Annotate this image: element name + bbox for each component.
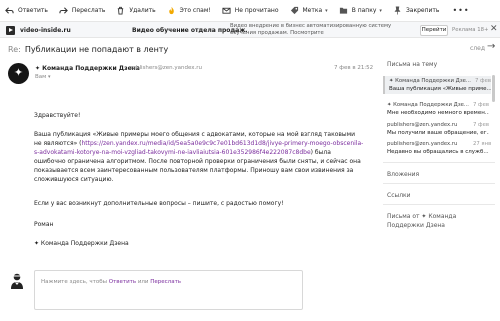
ad-banner[interactable]: video-inside.ru Видео обучение отдела пр…	[0, 21, 500, 38]
messages-from-sender[interactable]: Письма от ✦ Команда Поддержки Дзена	[387, 212, 495, 230]
thread-item[interactable]: ✦ Команда Поддержки Дзе... 7 фев Мне необх…	[383, 100, 491, 118]
envelope-icon	[222, 6, 231, 15]
greeting: Здравствуйте!	[34, 112, 81, 119]
folder-icon	[339, 6, 348, 15]
signature-team: ✦ Команда Поддержки Дзена	[34, 240, 129, 247]
thread-scrollbar[interactable]	[492, 75, 495, 102]
close-icon[interactable]: ✕	[490, 25, 498, 34]
reply-button[interactable]: Ответить	[5, 0, 48, 21]
reply-label: Ответить	[18, 7, 48, 14]
thread-title: Письма на тему	[387, 61, 438, 68]
arrow-right-icon[interactable]: →	[487, 41, 495, 52]
ad-go-button[interactable]: Перейти	[420, 25, 448, 36]
message-paragraph-2: Если у вас возникнут дополнительные вопр…	[34, 200, 284, 207]
message-subject: Re: Публикации не попадают в ленту	[8, 45, 168, 54]
divider	[383, 204, 495, 205]
ad-logo-icon	[6, 26, 15, 35]
subject-prefix: Re:	[8, 45, 21, 54]
thread-item[interactable]: publishers@zen.yandex.ru 7 фев Мы получили…	[383, 120, 491, 138]
subject-text: Публикации не попадают в ленту	[24, 45, 169, 54]
quick-reply-box[interactable]: Нажмите здесь, чтобы Ответить или Пересл…	[34, 270, 303, 310]
pin-label: Закрепить	[405, 7, 440, 14]
sender-email[interactable]: publishers@zen.yandex.ru	[129, 65, 202, 71]
ad-label: Реклама 18+	[452, 27, 489, 33]
message-paragraph-1: Ваша публикация «Живые примеры моего общ…	[34, 131, 364, 183]
forward-label: Переслать	[71, 7, 106, 14]
mark-unread-button[interactable]: Не прочитано	[222, 0, 279, 21]
forward-link[interactable]: Переслать	[150, 279, 181, 285]
label-label: Метка	[302, 7, 323, 14]
recipient[interactable]: Вам ▾	[35, 74, 51, 80]
trash-icon	[116, 6, 125, 15]
chevron-down-icon: ▾	[379, 7, 382, 14]
chevron-down-icon: ▾	[48, 74, 51, 80]
divider	[383, 162, 495, 163]
more-actions-button[interactable]: •••	[452, 6, 469, 15]
thread-panel: Письма на тему ✦ Команда Поддержки Дзе..…	[383, 55, 500, 321]
pin-icon	[393, 6, 402, 15]
chevron-down-icon: ▾	[325, 7, 328, 14]
pin-button[interactable]: Закрепить	[393, 0, 440, 21]
ad-text[interactable]: Видео внедрение в бизнес автоматизирован…	[230, 23, 415, 37]
forward-icon	[59, 6, 68, 15]
spam-label: Это спам!	[179, 7, 211, 14]
move-to-folder-button[interactable]: В папку ▾	[339, 0, 382, 21]
mark-unread-label: Не прочитано	[234, 7, 279, 14]
thread-item[interactable]: publishers@zen.yandex.ru 27 янв Недавно вы…	[383, 139, 491, 157]
message-date: 7 фев в 21:52	[334, 65, 374, 71]
sender-name[interactable]: ✦ Команда Поддержки Дзена	[35, 65, 140, 72]
spam-button[interactable]: Это спам!	[167, 0, 211, 21]
divider	[383, 183, 495, 184]
forward-button[interactable]: Переслать	[59, 0, 106, 21]
reply-link[interactable]: Ответить	[109, 279, 136, 285]
quick-reply-hint: Нажмите здесь, чтобы Ответить или Пересл…	[41, 279, 182, 285]
label-button[interactable]: Метка ▾	[290, 0, 328, 21]
reply-icon	[5, 6, 14, 15]
thread-item[interactable]: ✦ Команда Поддержки Дзе... 7 фев Ваша публ…	[383, 76, 491, 94]
ad-domain[interactable]: video-inside.ru	[20, 27, 71, 34]
sender-avatar[interactable]	[8, 63, 29, 84]
signature-name: Роман	[34, 221, 54, 228]
message-toolbar: Ответить Переслать Удалить Это спам! Не …	[0, 0, 500, 21]
links-section[interactable]: Ссылки	[387, 192, 411, 199]
attachments-section[interactable]: Вложения	[387, 171, 419, 178]
next-message-link[interactable]: след	[470, 45, 485, 52]
move-to-folder-label: В папку	[351, 7, 377, 14]
delete-button[interactable]: Удалить	[116, 0, 156, 21]
user-avatar[interactable]	[8, 272, 26, 290]
delete-label: Удалить	[129, 7, 156, 14]
flame-icon	[167, 6, 176, 15]
tag-icon	[290, 6, 299, 15]
